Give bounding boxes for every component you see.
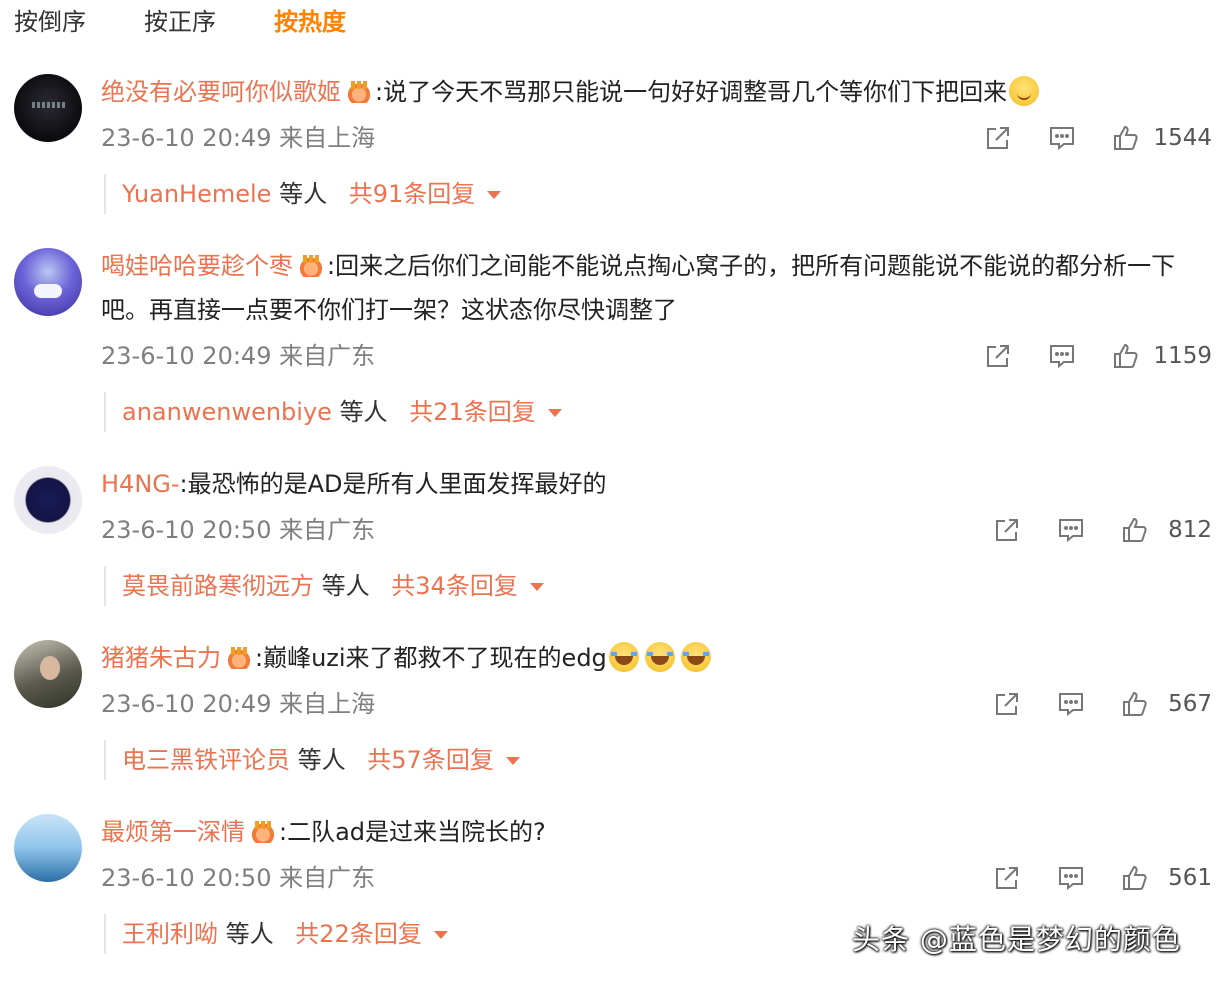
reply-summary[interactable]: 莫畏前路寒彻远方 等人 共34条回复 — [104, 566, 544, 606]
reply-username[interactable]: ananwenwenbiye — [122, 398, 332, 426]
sort-tabs: 按倒序 按正序 按热度 — [14, 6, 404, 42]
comment-text: :最恐怖的是AD是所有人里面发挥最好的 — [179, 470, 607, 498]
reply-suffix: 等人 — [279, 180, 328, 208]
laugh-cry-emoji-icon — [608, 642, 639, 672]
like-icon[interactable] — [1111, 123, 1141, 153]
avatar[interactable] — [14, 814, 82, 882]
comment-body: 绝没有必要呵你似歌姬 :说了今天不骂那只能说一句好好调整哥几个等你们下把回来 — [101, 70, 1202, 114]
comment-icon[interactable] — [1047, 341, 1077, 371]
comment-text: :巅峰uzi来了都救不了现在的edg — [255, 644, 607, 672]
like-icon[interactable] — [1120, 689, 1150, 719]
comment-meta: 23-6-10 20:49 来自广东 — [101, 342, 376, 370]
reply-username[interactable]: 莫畏前路寒彻远方 — [122, 572, 314, 600]
watermark: 头条 @蓝色是梦幻的颜色 — [852, 923, 1181, 956]
tab-reverse-order[interactable]: 按倒序 — [14, 6, 86, 42]
username-link[interactable]: 猪猪朱古力 — [101, 644, 221, 672]
username-link[interactable]: H4NG- — [101, 470, 180, 498]
reply-summary[interactable]: YuanHemele 等人 共91条回复 — [104, 174, 502, 214]
crown-badge-icon — [251, 821, 275, 843]
comment-icon[interactable] — [1056, 863, 1086, 893]
comment-actions: 567 — [958, 687, 1212, 721]
username-link[interactable]: 绝没有必要呵你似歌姬 — [101, 78, 341, 106]
reply-total[interactable]: 共57条回复 — [367, 746, 494, 774]
comment-actions: 1159 — [949, 339, 1212, 373]
reply-summary[interactable]: 电三黑铁评论员 等人 共57条回复 — [104, 740, 520, 780]
like-count: 567 — [1168, 691, 1212, 717]
comment-icon[interactable] — [1056, 515, 1086, 545]
comment-icon[interactable] — [1047, 123, 1077, 153]
comment-text: :说了今天不骂那只能说一句好好调整哥几个等你们下把回来 — [375, 78, 1008, 106]
like-count: 1544 — [1153, 125, 1212, 151]
share-icon[interactable] — [992, 515, 1022, 545]
tab-by-hotness[interactable]: 按热度 — [274, 6, 346, 42]
comment-meta: 23-6-10 20:50 来自广东 — [101, 516, 376, 544]
comment-text: :二队ad是过来当院长的? — [279, 818, 546, 846]
reply-suffix: 等人 — [321, 572, 370, 600]
laugh-cry-emoji-icon — [644, 642, 675, 672]
comment-meta: 23-6-10 20:49 来自上海 — [101, 124, 376, 152]
comment-body: H4NG-:最恐怖的是AD是所有人里面发挥最好的 — [101, 462, 1202, 506]
crown-badge-icon — [299, 255, 323, 277]
comment-body: 最烦第一深情 :二队ad是过来当院长的? — [101, 810, 1202, 854]
reply-total[interactable]: 共91条回复 — [349, 180, 476, 208]
like-count: 561 — [1168, 865, 1212, 891]
reply-suffix: 等人 — [225, 920, 274, 948]
comment-icon[interactable] — [1056, 689, 1086, 719]
like-icon[interactable] — [1120, 515, 1150, 545]
comment-actions: 812 — [958, 513, 1212, 547]
chevron-down-icon[interactable] — [433, 931, 448, 939]
reply-total[interactable]: 共22条回复 — [295, 920, 422, 948]
crown-badge-icon — [347, 81, 371, 103]
comment-actions: 561 — [958, 861, 1212, 895]
smile-emoji-icon — [1009, 76, 1040, 106]
reply-suffix: 等人 — [297, 746, 346, 774]
share-icon[interactable] — [983, 123, 1013, 153]
laugh-cry-emoji-icon — [680, 642, 711, 672]
username-link[interactable]: 喝娃哈哈要趁个枣 — [101, 252, 293, 280]
username-link[interactable]: 最烦第一深情 — [101, 818, 245, 846]
reply-summary[interactable]: ananwenwenbiye 等人 共21条回复 — [104, 392, 562, 432]
comment-body: 喝娃哈哈要趁个枣:回来之后你们之间能不能说点掏心窝子的，把所有问题能说不能说的都… — [101, 244, 1202, 332]
tab-normal-order[interactable]: 按正序 — [144, 6, 216, 42]
reply-username[interactable]: 王利利呦 — [122, 920, 218, 948]
chevron-down-icon[interactable] — [529, 583, 544, 591]
like-count: 812 — [1168, 517, 1212, 543]
like-icon[interactable] — [1111, 341, 1141, 371]
like-icon[interactable] — [1120, 863, 1150, 893]
reply-summary[interactable]: 王利利呦 等人 共22条回复 — [104, 914, 448, 954]
avatar[interactable] — [14, 74, 82, 142]
comment-meta: 23-6-10 20:49 来自上海 — [101, 690, 376, 718]
share-icon[interactable] — [992, 863, 1022, 893]
comment-meta: 23-6-10 20:50 来自广东 — [101, 864, 376, 892]
reply-suffix: 等人 — [339, 398, 388, 426]
chevron-down-icon[interactable] — [547, 409, 562, 417]
avatar[interactable] — [14, 640, 82, 708]
share-icon[interactable] — [992, 689, 1022, 719]
reply-total[interactable]: 共21条回复 — [409, 398, 536, 426]
reply-username[interactable]: 电三黑铁评论员 — [122, 746, 290, 774]
reply-username[interactable]: YuanHemele — [122, 180, 271, 208]
chevron-down-icon[interactable] — [487, 191, 502, 199]
avatar[interactable] — [14, 248, 82, 316]
share-icon[interactable] — [983, 341, 1013, 371]
comment-actions: 1544 — [949, 121, 1212, 155]
chevron-down-icon[interactable] — [505, 757, 520, 765]
crown-badge-icon — [227, 647, 251, 669]
like-count: 1159 — [1153, 343, 1212, 369]
comment-body: 猪猪朱古力 :巅峰uzi来了都救不了现在的edg — [101, 636, 1202, 680]
reply-total[interactable]: 共34条回复 — [391, 572, 518, 600]
avatar[interactable] — [14, 466, 82, 534]
